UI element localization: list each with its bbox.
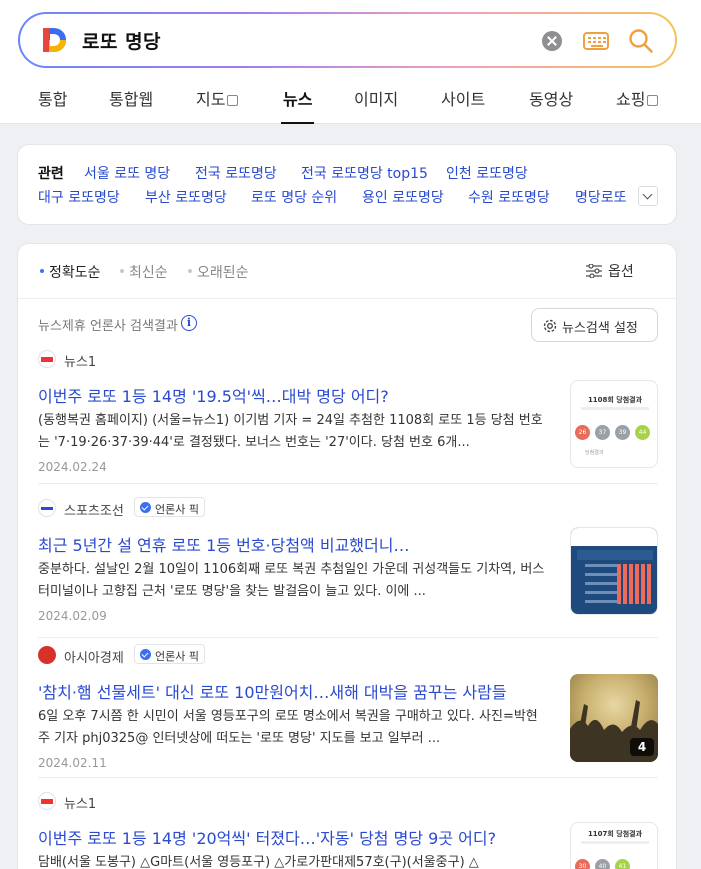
image-count-badge: 4	[630, 738, 654, 756]
search-query-text: 로또 명당	[82, 31, 162, 53]
expand-related-button[interactable]	[638, 186, 658, 206]
source-name[interactable]: 아시아경제	[64, 647, 124, 666]
article-snippet[interactable]: 담배(서울 도봉구) △G마트(서울 영등포구) △가로가판대제57호(구)(서…	[38, 852, 548, 869]
info-icon[interactable]: i	[181, 315, 197, 331]
source-name[interactable]: 뉴스1	[64, 351, 96, 370]
filter-icon	[586, 264, 602, 278]
asiae-logo	[38, 646, 56, 664]
article-snippet[interactable]: (동행복권 홈페이지) (서울=뉴스1) 이기범 기자 = 24일 추첨한 11…	[38, 410, 548, 454]
gear-icon	[543, 319, 557, 333]
related-searches: 관련 서울 로또 명당 전국 로또명당 전국 로또명당 top15 인천 로또명…	[17, 144, 677, 225]
article-snippet[interactable]: 중분하다. 설날인 2월 10일이 1106회째 로또 복권 추첨일인 가운데 …	[38, 559, 548, 603]
article-date: 2024.02.11	[38, 756, 107, 770]
news-item: 뉴스1 이번주 로또 1등 14명 '19.5억'씩…대박 명당 어디? (동행…	[38, 350, 658, 474]
divider	[38, 483, 658, 484]
sort-latest[interactable]: 최신순	[120, 262, 168, 282]
header: 로또 명당 통합 통합웹 지도 뉴스 이미지 사이트 동영상 쇼핑	[0, 0, 701, 124]
article-thumbnail[interactable]: 1108회 당첨결과 26 37 39 44 당첨결과	[570, 380, 658, 468]
related-link[interactable]: 부산 로또명당	[145, 187, 227, 207]
news-item: 스포츠조선 언론사 픽 최근 5년간 설 연휴 로또 1등 번호·당첨액 비교했…	[38, 497, 658, 623]
clear-search-icon[interactable]	[542, 31, 562, 51]
news-results: 정확도순 최신순 오래된순 옵션 뉴스제휴 언론사 검색결과 i 뉴스검색 설정…	[17, 243, 677, 869]
tab-news[interactable]: 뉴스	[280, 86, 315, 124]
article-title[interactable]: 이번주 로또 1등 14명 '19.5억'씩…대박 명당 어디?	[38, 383, 558, 407]
search-input[interactable]: 로또 명당	[20, 14, 675, 66]
source-name[interactable]: 스포츠조선	[64, 500, 124, 519]
sort-accuracy[interactable]: 정확도순	[40, 262, 101, 282]
article-thumbnail[interactable]: 4	[570, 674, 658, 762]
news-item: 뉴스1 이번주 로또 1등 14명 '20억씩' 터졌다…'자동' 당첨 명당 …	[38, 792, 658, 869]
related-link[interactable]: 명당로또	[575, 187, 631, 207]
related-link[interactable]: 대구 로또명당	[38, 187, 120, 207]
article-title[interactable]: 최근 5년간 설 연휴 로또 1등 번호·당첨액 비교했더니…	[38, 532, 558, 556]
daum-logo-icon[interactable]	[41, 26, 67, 54]
news1-logo	[38, 350, 56, 368]
related-title: 관련	[38, 166, 64, 182]
sportschosun-logo	[38, 499, 56, 517]
related-link[interactable]: 전국 로또명당	[195, 163, 277, 183]
source-name[interactable]: 뉴스1	[64, 793, 96, 812]
keyboard-icon[interactable]	[583, 32, 609, 50]
tab-shopping[interactable]: 쇼핑	[616, 86, 659, 124]
divider	[18, 298, 676, 299]
divider	[38, 777, 658, 778]
article-thumbnail[interactable]: 1107회 당첨결과 30 40 41	[570, 822, 658, 869]
news-item: 아시아경제 언론사 픽 '참치·햄 선물세트' 대신 로또 10만원어치…새해 …	[38, 644, 658, 770]
article-thumbnail[interactable]	[570, 527, 658, 615]
related-link[interactable]: 서울 로또 명당	[84, 163, 170, 183]
article-date: 2024.02.09	[38, 609, 107, 623]
tab-all[interactable]: 통합	[38, 86, 67, 124]
partner-label: 뉴스제휴 언론사 검색결과	[38, 319, 178, 334]
related-link[interactable]: 전국 로또명당 top15	[301, 163, 428, 183]
article-title[interactable]: '참치·햄 선물세트' 대신 로또 10만원어치…새해 대박을 꿈꾸는 사람들	[38, 679, 558, 703]
options-button[interactable]: 옵션	[586, 261, 634, 281]
sort-oldest[interactable]: 오래된순	[188, 262, 249, 282]
divider	[38, 637, 658, 638]
news1-logo	[38, 792, 56, 810]
tab-web[interactable]: 통합웹	[109, 86, 153, 124]
external-link-icon	[647, 95, 659, 106]
tab-map[interactable]: 지도	[196, 86, 239, 124]
tab-sites[interactable]: 사이트	[441, 86, 485, 124]
news-settings-button[interactable]: 뉴스검색 설정	[531, 308, 658, 342]
search-icon[interactable]	[628, 28, 654, 54]
tab-videos[interactable]: 동영상	[529, 86, 573, 124]
search-box: 로또 명당	[18, 12, 677, 68]
search-tabs: 통합 통합웹 지도 뉴스 이미지 사이트 동영상 쇼핑	[0, 86, 701, 124]
related-link[interactable]: 용인 로또명당	[362, 187, 444, 207]
press-pick-badge: 언론사 픽	[134, 497, 205, 517]
press-pick-badge: 언론사 픽	[134, 644, 205, 664]
article-snippet[interactable]: 6일 오후 7시쯤 한 시민이 서울 영등포구의 로또 명소에서 복권을 구매하…	[38, 706, 548, 750]
tab-images[interactable]: 이미지	[354, 86, 398, 124]
external-link-icon	[227, 95, 239, 106]
related-link[interactable]: 인천 로또명당	[446, 163, 528, 183]
article-title[interactable]: 이번주 로또 1등 14명 '20억씩' 터졌다…'자동' 당첨 명당 9곳 어…	[38, 825, 558, 849]
related-link[interactable]: 로또 명당 순위	[251, 187, 337, 207]
article-date: 2024.02.24	[38, 460, 107, 474]
related-link[interactable]: 수원 로또명당	[468, 187, 550, 207]
